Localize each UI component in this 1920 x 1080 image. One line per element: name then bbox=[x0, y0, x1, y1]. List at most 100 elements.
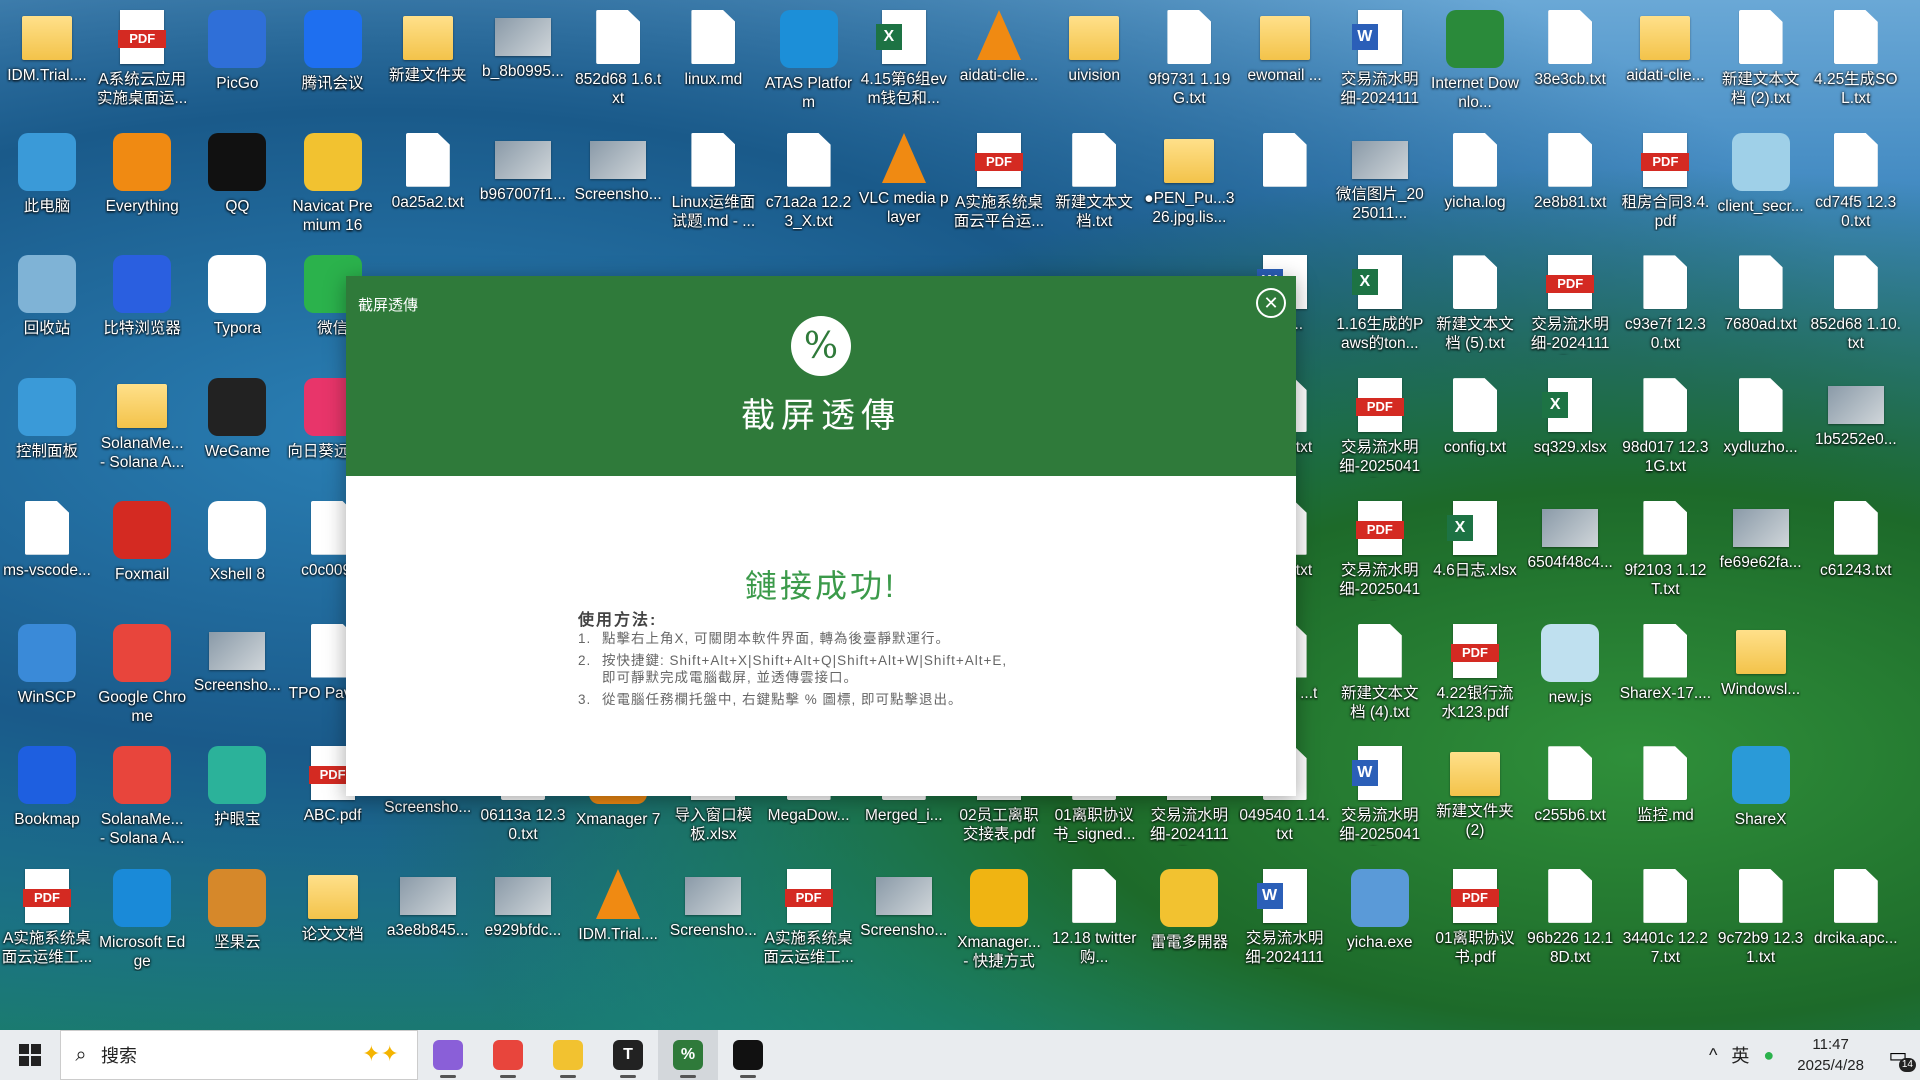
desktop-icon[interactable]: 9c72b9 12.31.txt bbox=[1714, 861, 1808, 983]
desktop-icon[interactable]: Screensho... bbox=[666, 861, 760, 983]
taskbar-app-file-explorer[interactable] bbox=[538, 1030, 598, 1080]
desktop-icon[interactable]: 坚果云 bbox=[190, 861, 284, 983]
desktop-icon[interactable]: IDM.Trial.... bbox=[571, 861, 665, 983]
desktop-icon[interactable]: Xmanager... - 快捷方式 bbox=[952, 861, 1046, 983]
desktop-icon[interactable]: X 4.15第6组evm钱包和... bbox=[857, 2, 951, 124]
desktop-icon[interactable]: PDF 交易流水明细-20250418... bbox=[1333, 493, 1427, 615]
desktop-icon[interactable] bbox=[1238, 125, 1332, 247]
desktop-icon[interactable]: SolanaMe... - Solana A... bbox=[95, 370, 189, 492]
desktop-icon[interactable]: 新建文本文档.txt bbox=[1047, 125, 1141, 247]
clock[interactable]: 11:47 2025/4/28 bbox=[1781, 1034, 1876, 1076]
desktop-icon[interactable]: 9f2103 1.12T.txt bbox=[1618, 493, 1712, 615]
desktop-icon[interactable]: aidati-clie... bbox=[1618, 2, 1712, 124]
desktop-icon[interactable]: W 交易流水明细-20241115... bbox=[1333, 2, 1427, 124]
desktop-icon[interactable]: PDF A实施系统桌面云运维工... bbox=[762, 861, 856, 983]
ime-indicator[interactable]: 英 bbox=[1724, 1042, 1756, 1068]
desktop-icon[interactable]: 新建文件夹 bbox=[381, 2, 475, 124]
desktop-icon[interactable]: 6504f48c4... bbox=[1523, 493, 1617, 615]
desktop-icon[interactable]: 雷電多開器 bbox=[1142, 861, 1236, 983]
desktop-icon[interactable]: Screensho... bbox=[571, 125, 665, 247]
desktop-icon[interactable]: 比特浏览器 bbox=[95, 247, 189, 369]
desktop-icon[interactable]: b967007f1... bbox=[476, 125, 570, 247]
desktop-icon[interactable]: aidati-clie... bbox=[952, 2, 1046, 124]
desktop-icon[interactable]: PDF 交易流水明细-20250418... bbox=[1333, 370, 1427, 492]
desktop-icon[interactable]: new.js bbox=[1523, 616, 1617, 738]
desktop-icon[interactable]: WeGame bbox=[190, 370, 284, 492]
desktop-icon[interactable]: W 交易流水明细-20241115... bbox=[1238, 861, 1332, 983]
desktop-icon[interactable]: PDF 01离职协议书.pdf bbox=[1428, 861, 1522, 983]
desktop-icon[interactable]: Screensho... bbox=[190, 616, 284, 738]
desktop-icon[interactable]: W 交易流水明细-20250418... bbox=[1333, 738, 1427, 860]
desktop-icon[interactable]: Windowsl... bbox=[1714, 616, 1808, 738]
desktop-icon[interactable]: Google Chrome bbox=[95, 616, 189, 738]
desktop-icon[interactable]: yicha.log bbox=[1428, 125, 1522, 247]
desktop-icon[interactable]: PDF A实施系统桌面云运维工... bbox=[0, 861, 94, 983]
desktop-icon[interactable]: fe69e62fa... bbox=[1714, 493, 1808, 615]
tray-app-icon[interactable]: ● bbox=[1756, 1045, 1781, 1066]
desktop-icon[interactable]: PDF A系统云应用实施桌面运... bbox=[95, 2, 189, 124]
desktop-icon[interactable]: 控制面板 bbox=[0, 370, 94, 492]
desktop-icon[interactable]: cd74f5 12.30.txt bbox=[1809, 125, 1903, 247]
desktop-icon[interactable]: X 4.6日志.xlsx bbox=[1428, 493, 1522, 615]
desktop-icon[interactable]: Bookmap bbox=[0, 738, 94, 860]
desktop-icon[interactable]: ShareX-17.... bbox=[1618, 616, 1712, 738]
desktop-icon[interactable]: PDF 4.22银行流水123.pdf bbox=[1428, 616, 1522, 738]
desktop-icon[interactable]: 98d017 12.31G.txt bbox=[1618, 370, 1712, 492]
desktop-icon[interactable]: b_8b0995... bbox=[476, 2, 570, 124]
desktop-icon[interactable]: 2e8b81.txt bbox=[1523, 125, 1617, 247]
desktop-icon[interactable]: 9f9731 1.19G.txt bbox=[1142, 2, 1236, 124]
desktop-icon[interactable]: SolanaMe... - Solana A... bbox=[95, 738, 189, 860]
desktop-icon[interactable]: 7680ad.txt bbox=[1714, 247, 1808, 369]
desktop-icon[interactable]: c61243.txt bbox=[1809, 493, 1903, 615]
tray-chevron-icon[interactable]: ^ bbox=[1702, 1045, 1724, 1066]
desktop-icon[interactable]: e929bfdc... bbox=[476, 861, 570, 983]
desktop-icon[interactable]: PDF A实施系统桌面云平台运... bbox=[952, 125, 1046, 247]
desktop-icon[interactable]: Microsoft Edge bbox=[95, 861, 189, 983]
desktop-icon[interactable]: X 1.16生成的Paws的ton... bbox=[1333, 247, 1427, 369]
desktop-icon[interactable]: 852d68 1.6.txt bbox=[571, 2, 665, 124]
taskbar-app-cat-app[interactable] bbox=[418, 1030, 478, 1080]
desktop-icon[interactable]: 4.25生成SOL.txt bbox=[1809, 2, 1903, 124]
desktop-icon[interactable]: IDM.Trial.... bbox=[0, 2, 94, 124]
taskbar-app-typora[interactable]: T bbox=[598, 1030, 658, 1080]
desktop-icon[interactable]: ●PEN_Pu...326.jpg.lis... bbox=[1142, 125, 1236, 247]
desktop-icon[interactable]: client_secr... bbox=[1714, 125, 1808, 247]
desktop-icon[interactable]: xydluzho... bbox=[1714, 370, 1808, 492]
desktop-icon[interactable]: uivision bbox=[1047, 2, 1141, 124]
desktop-icon[interactable]: Screensho... bbox=[857, 861, 951, 983]
taskbar-app-chrome[interactable] bbox=[478, 1030, 538, 1080]
desktop-icon[interactable]: 微信图片_2025011... bbox=[1333, 125, 1427, 247]
desktop-icon[interactable]: 回收站 bbox=[0, 247, 94, 369]
desktop-icon[interactable]: 12.18 twitter购... bbox=[1047, 861, 1141, 983]
taskbar-app-qq[interactable] bbox=[718, 1030, 778, 1080]
desktop-icon[interactable]: config.txt bbox=[1428, 370, 1522, 492]
desktop-icon[interactable]: PicGo bbox=[190, 2, 284, 124]
taskbar-app-screenshot-relay[interactable]: % bbox=[658, 1030, 718, 1080]
desktop-icon[interactable]: c71a2a 12.23_X.txt bbox=[762, 125, 856, 247]
close-icon[interactable]: ✕ bbox=[1256, 288, 1286, 318]
desktop-icon[interactable]: ATAS Platform bbox=[762, 2, 856, 124]
desktop-icon[interactable]: 852d68 1.10.txt bbox=[1809, 247, 1903, 369]
desktop-icon[interactable]: 0a25a2.txt bbox=[381, 125, 475, 247]
desktop-icon[interactable]: Xsq329.xlsx bbox=[1523, 370, 1617, 492]
desktop-icon[interactable]: a3e8b845... bbox=[381, 861, 475, 983]
desktop-icon[interactable]: 1b5252e0... bbox=[1809, 370, 1903, 492]
desktop-icon[interactable]: 腾讯会议 bbox=[286, 2, 380, 124]
desktop-icon[interactable]: Xshell 8 bbox=[190, 493, 284, 615]
desktop-icon[interactable]: 新建文件夹 (2) bbox=[1428, 738, 1522, 860]
desktop-icon[interactable]: 34401c 12.27.txt bbox=[1618, 861, 1712, 983]
desktop-icon[interactable]: 新建文本文档 (4).txt bbox=[1333, 616, 1427, 738]
desktop-icon[interactable]: ms-vscode... bbox=[0, 493, 94, 615]
desktop-icon[interactable]: 论文文档 bbox=[286, 861, 380, 983]
desktop-icon[interactable]: 96b226 12.18D.txt bbox=[1523, 861, 1617, 983]
desktop-icon[interactable]: Everything bbox=[95, 125, 189, 247]
desktop-icon[interactable]: c93e7f 12.30.txt bbox=[1618, 247, 1712, 369]
desktop-icon[interactable]: c255b6.txt bbox=[1523, 738, 1617, 860]
desktop-icon[interactable]: Navicat Premium 16 bbox=[286, 125, 380, 247]
desktop-icon[interactable]: drcika.apc... bbox=[1809, 861, 1903, 983]
desktop-icon[interactable]: Internet Downlo... bbox=[1428, 2, 1522, 124]
desktop-icon[interactable]: QQ bbox=[190, 125, 284, 247]
desktop-icon[interactable]: 此电脑 bbox=[0, 125, 94, 247]
desktop-icon[interactable]: PDF 交易流水明细-20241115... bbox=[1523, 247, 1617, 369]
desktop-icon[interactable]: Linux运维面试题.md - ... bbox=[666, 125, 760, 247]
